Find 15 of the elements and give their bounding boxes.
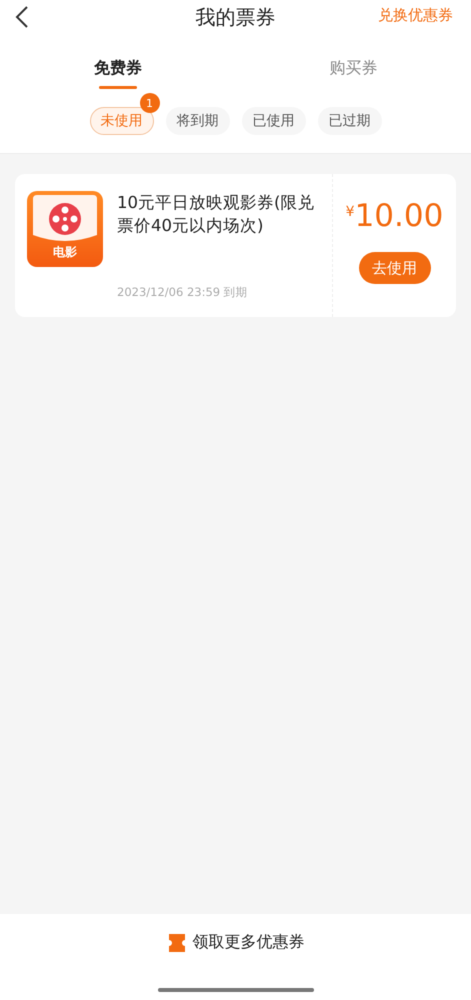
tab[interactable]: 免费券: [0, 54, 236, 89]
category-label: 电影: [52, 244, 78, 261]
filter-chip[interactable]: 将到期: [166, 107, 230, 135]
expiry-date: 2023/12/06 23:59 到期: [117, 285, 249, 300]
page-title: 我的票券: [196, 4, 276, 30]
tab[interactable]: 购买券: [236, 54, 471, 89]
filter-chip[interactable]: 已过期: [318, 107, 382, 135]
coupon-icon: [166, 932, 186, 954]
coupon-title: 10元平日放映观影券(限兑票价40元以内场次): [117, 192, 316, 237]
filter-chip[interactable]: 已使用: [242, 107, 306, 135]
get-more-coupons-button[interactable]: 领取更多优惠券: [0, 914, 471, 1000]
currency-symbol: ¥: [346, 204, 355, 220]
coupon-amount: 10.00: [354, 198, 444, 234]
film-reel-icon: [33, 195, 97, 243]
count-badge: 1: [140, 93, 160, 113]
